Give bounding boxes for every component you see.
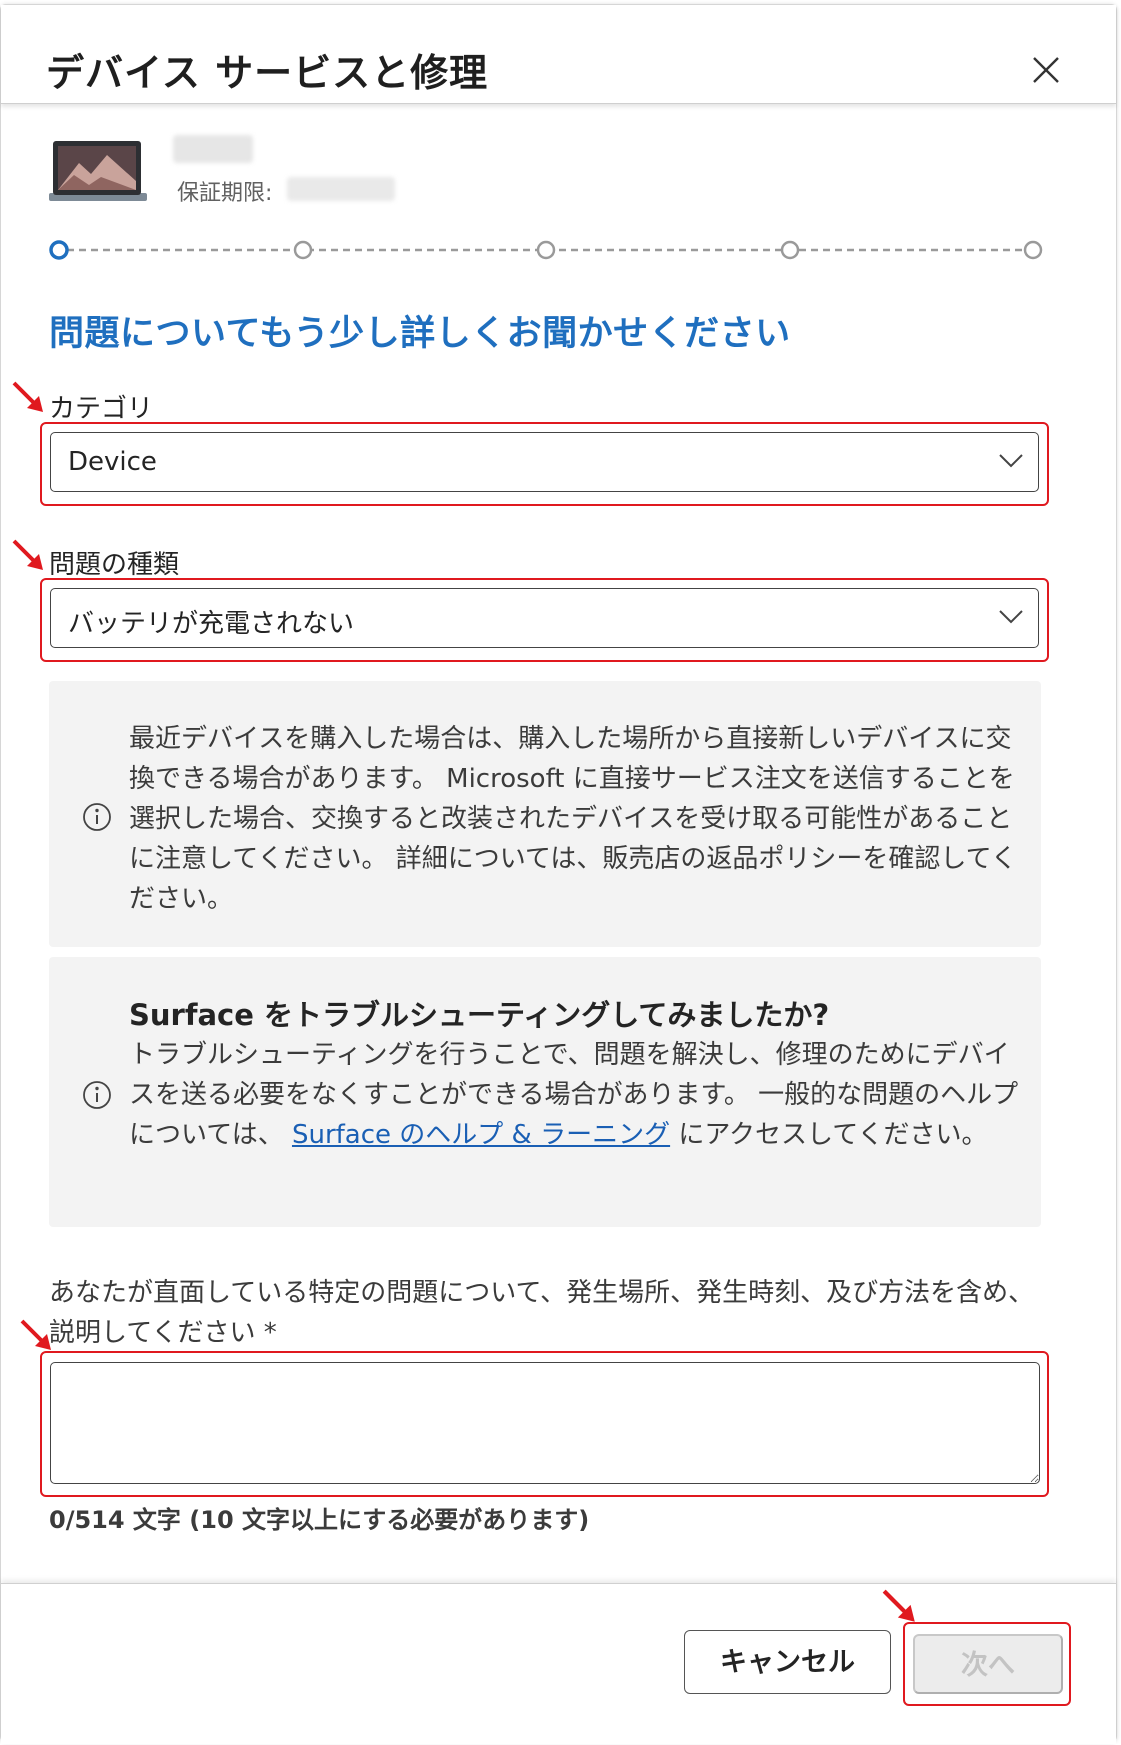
problem-type-value: バッテリが充電されない <box>68 609 355 639</box>
troubleshoot-text-block: Surface をトラブルシューティングしてみましたか? トラブルシューティング… <box>129 995 1019 1155</box>
chevron-down-icon <box>999 610 1023 624</box>
character-counter: 0/514 文字 (10 文字以上にする必要があります) <box>49 1506 590 1534</box>
step-1-indicator <box>49 240 69 260</box>
troubleshoot-text-end: にアクセスしてください。 <box>670 1120 988 1150</box>
form-heading: 問題についてもう少し詳しくお聞かせください <box>49 314 791 354</box>
description-label: あなたが直面している特定の問題について、発生場所、発生時刻、及び方法を含め、説明… <box>49 1278 1035 1348</box>
info-icon <box>83 803 111 831</box>
surface-help-link[interactable]: Surface のヘルプ & ラーニング <box>292 1120 670 1150</box>
dialog-header: デバイス サービスと修理 <box>1 5 1116 104</box>
step-4-indicator <box>780 240 800 260</box>
dialog-footer: キャンセル 次へ <box>1 1583 1116 1744</box>
surface-device-image <box>49 141 147 207</box>
purchase-notice-box: 最近デバイスを購入した場合は、購入した場所から直接新しいデバイスに交換できる場合… <box>49 681 1041 947</box>
description-textarea[interactable] <box>50 1362 1040 1484</box>
dialog-title: デバイス サービスと修理 <box>46 51 489 95</box>
category-label: カテゴリ <box>49 394 154 424</box>
service-dialog: デバイス サービスと修理 保証期限: 問題についてもう少し詳しくお聞かせください… <box>0 4 1117 1744</box>
annotation-arrow-icon <box>20 1319 51 1350</box>
chevron-down-icon <box>999 454 1023 468</box>
step-3-indicator <box>536 240 556 260</box>
info-icon <box>83 1081 111 1109</box>
warranty-date-redacted <box>287 177 395 201</box>
annotation-arrow-icon <box>882 1589 915 1622</box>
close-icon[interactable] <box>1031 55 1061 85</box>
problem-type-label: 問題の種類 <box>49 550 180 580</box>
troubleshoot-box: Surface をトラブルシューティングしてみましたか? トラブルシューティング… <box>49 957 1041 1227</box>
purchase-notice-text: 最近デバイスを購入した場合は、購入した場所から直接新しいデバイスに交換できる場合… <box>129 724 1017 914</box>
category-value: Device <box>68 447 157 477</box>
step-5-indicator <box>1023 240 1043 260</box>
troubleshoot-title: Surface をトラブルシューティングしてみましたか? <box>129 998 830 1032</box>
device-name-redacted <box>173 135 253 163</box>
step-2-indicator <box>293 240 313 260</box>
annotation-arrow-icon <box>12 539 43 570</box>
annotation-arrow-icon <box>12 381 43 412</box>
next-button[interactable]: 次へ <box>913 1634 1063 1694</box>
warranty-label: 保証期限: <box>177 181 273 206</box>
problem-type-select[interactable]: バッテリが充電されない <box>50 588 1039 648</box>
cancel-button[interactable]: キャンセル <box>684 1630 891 1694</box>
progress-stepper <box>49 238 1049 266</box>
category-select[interactable]: Device <box>50 432 1039 492</box>
